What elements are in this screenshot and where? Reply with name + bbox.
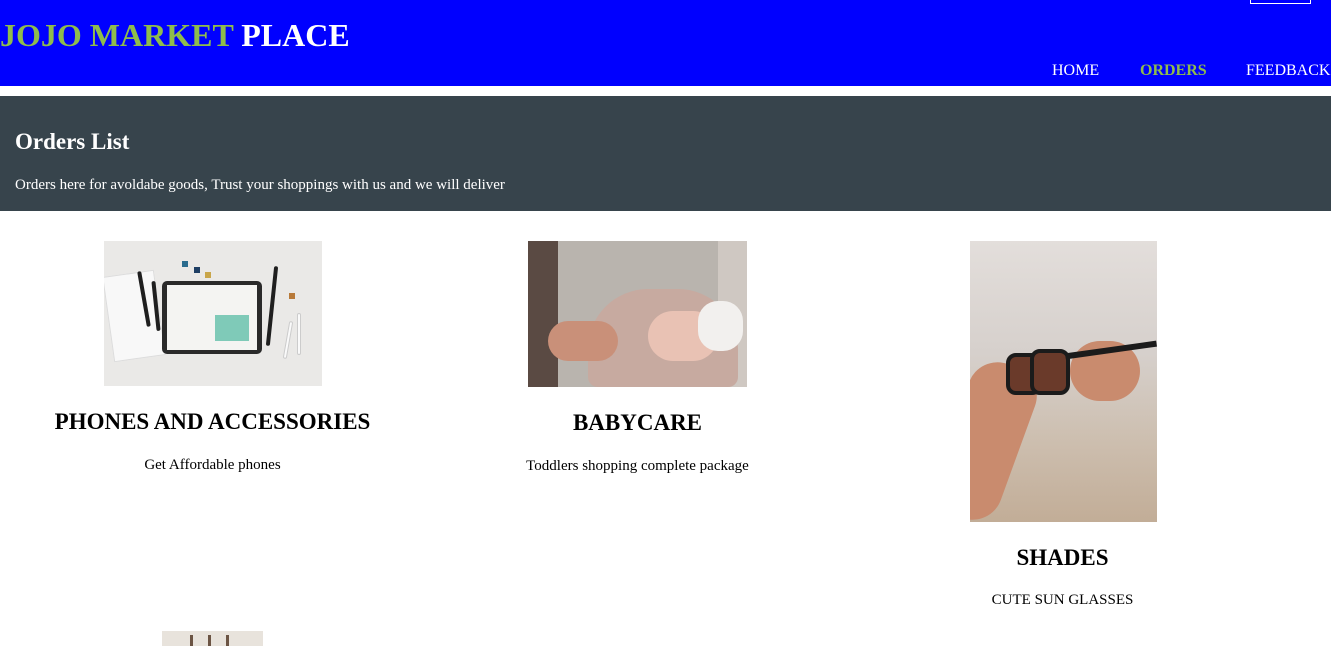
site-logo[interactable]: JOJO MARKET PLACE xyxy=(0,17,350,54)
brand-name-part1: JOJO MARKET xyxy=(0,17,234,53)
tablet-graphic xyxy=(162,281,262,354)
product-title: PHONES AND ACCESSORIES xyxy=(54,409,371,434)
nav-orders-link[interactable]: ORDERS xyxy=(1140,62,1207,80)
nav-home-link[interactable]: HOME xyxy=(1052,62,1099,80)
product-image-shades[interactable] xyxy=(970,241,1157,522)
product-description: Get Affordable phones xyxy=(144,457,281,473)
brand-name-part2: PLACE xyxy=(241,17,350,53)
product-image-partial[interactable] xyxy=(162,631,263,646)
product-description: CUTE SUN GLASSES xyxy=(991,592,1134,608)
page-banner: Orders List Orders here for avoldabe goo… xyxy=(0,96,1331,211)
product-title: SHADES xyxy=(1016,545,1109,570)
page-title: Orders List xyxy=(15,129,130,154)
product-title: BABYCARE xyxy=(572,410,703,435)
nav-feedback-link[interactable]: FEEDBACK xyxy=(1246,62,1330,80)
site-header: JOJO MARKET PLACE HOME ORDERS FEEDBACK xyxy=(0,0,1331,86)
header-corner-box xyxy=(1250,0,1311,4)
product-description: Toddlers shopping complete package xyxy=(526,458,749,474)
page-subtitle: Orders here for avoldabe goods, Trust yo… xyxy=(15,177,505,193)
product-image-babycare[interactable] xyxy=(528,241,747,387)
product-image-phones[interactable] xyxy=(104,241,322,386)
